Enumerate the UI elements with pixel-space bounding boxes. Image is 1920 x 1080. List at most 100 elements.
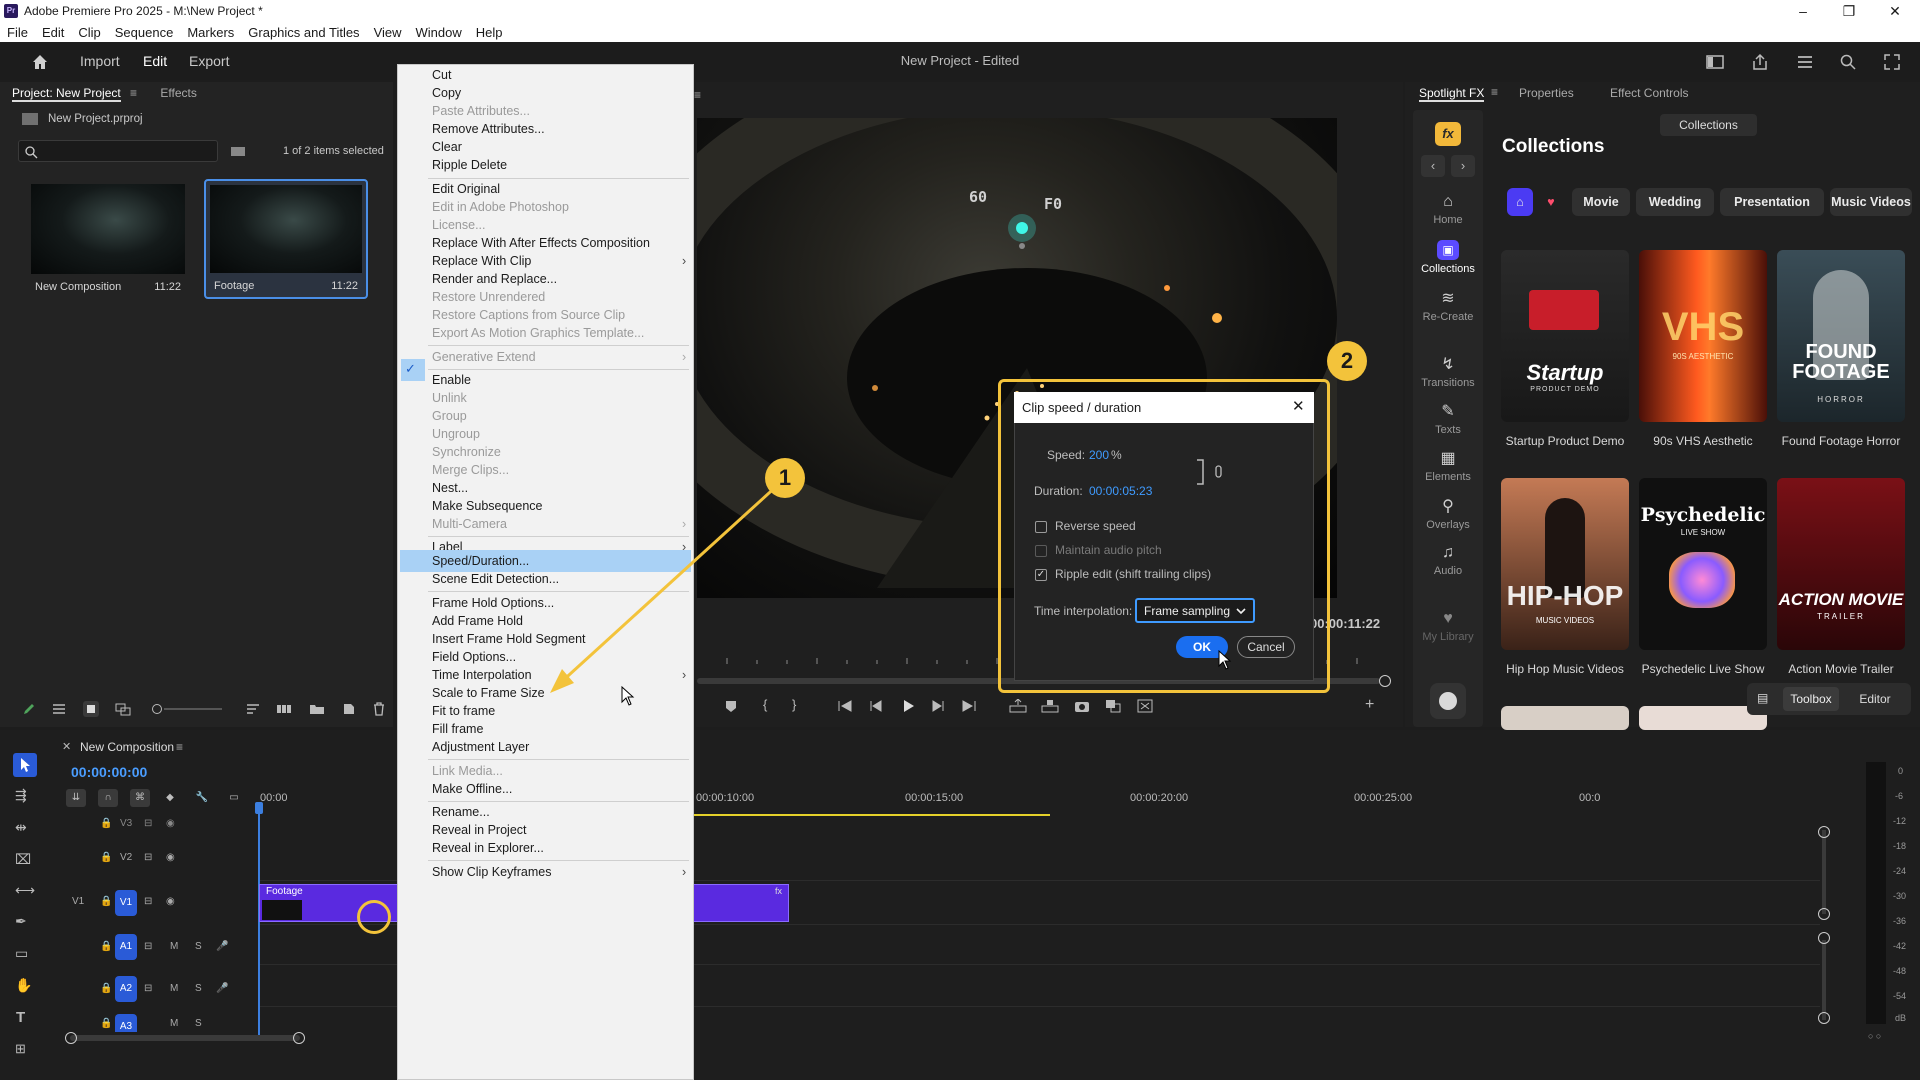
sidebar-item-texts[interactable]: ✎ Texts	[1413, 401, 1483, 436]
menu-help[interactable]: Help	[469, 22, 510, 41]
menu-item-restore-unrendered[interactable]: Restore Unrendered	[432, 287, 545, 307]
track-target-a1[interactable]: A1	[115, 934, 137, 960]
mic-icon[interactable]: 🎤	[216, 983, 228, 994]
maintain-pitch-checkbox[interactable]	[1035, 545, 1047, 557]
menu-item-speed-duration[interactable]: Speed/Duration...	[432, 551, 529, 571]
comparison-view-icon[interactable]	[1105, 699, 1121, 713]
zoom-slider-track[interactable]	[164, 708, 222, 710]
linked-selection-icon[interactable]: ⌘	[130, 789, 150, 807]
hand-tool-icon[interactable]: ✋	[15, 977, 32, 994]
monitor-menu-icon[interactable]: ≡	[694, 88, 706, 102]
menu-item-field-options[interactable]: Field Options...	[432, 647, 516, 667]
project-tab[interactable]: Project: New Project	[12, 86, 121, 102]
panel-menu-icon[interactable]: ≡	[1491, 85, 1498, 99]
dialog-close-icon[interactable]: ✕	[1292, 397, 1305, 415]
insert-sequence-icon[interactable]: ⇊	[66, 789, 86, 807]
menu-item-reveal-explorer[interactable]: Reveal in Explorer...	[432, 838, 544, 858]
time-interpolation-select[interactable]: Frame sampling	[1135, 598, 1255, 623]
sidebar-item-transitions[interactable]: ↯ Transitions	[1413, 354, 1483, 389]
sidebar-item-my-library[interactable]: ♥ My Library	[1413, 610, 1483, 643]
mute-button[interactable]: M	[170, 1018, 178, 1029]
menu-item-replace-ae[interactable]: Replace With After Effects Composition	[432, 233, 650, 253]
menu-item-synchronize[interactable]: Synchronize	[432, 442, 501, 462]
lock-icon[interactable]: 🔒	[100, 852, 112, 863]
track-target-a2[interactable]: A2	[115, 976, 137, 1002]
effects-tab[interactable]: Effects	[160, 86, 196, 100]
menu-item-ripple-delete[interactable]: Ripple Delete	[432, 155, 507, 175]
solo-button[interactable]: S	[195, 941, 202, 952]
menu-item-make-offline[interactable]: Make Offline...	[432, 779, 512, 799]
menu-item-edit-original[interactable]: Edit Original	[432, 179, 500, 199]
go-to-in-icon[interactable]	[837, 700, 853, 712]
menu-item-link-media[interactable]: Link Media...	[432, 761, 503, 781]
sequence-tab[interactable]: New Composition	[80, 740, 174, 754]
duration-value[interactable]: 00:00:05:23	[1089, 484, 1152, 498]
proxy-toggle-icon[interactable]	[1137, 699, 1153, 713]
menu-graphics[interactable]: Graphics and Titles	[241, 22, 366, 41]
lock-icon[interactable]: 🔒	[100, 983, 112, 994]
menu-item-cut[interactable]: Cut	[432, 65, 451, 85]
eye-icon[interactable]: ◉	[166, 818, 175, 829]
menu-item-scale-to-frame[interactable]: Scale to Frame Size	[432, 683, 545, 703]
menu-item-copy[interactable]: Copy	[432, 83, 461, 103]
panel-layout-icon[interactable]	[1705, 52, 1725, 72]
menu-markers[interactable]: Markers	[180, 22, 241, 41]
menu-item-make-subsequence[interactable]: Make Subsequence	[432, 496, 543, 516]
mute-button[interactable]: M	[170, 983, 178, 994]
mute-button[interactable]: M	[170, 941, 178, 952]
collection-card-partial[interactable]	[1501, 706, 1629, 730]
menu-item-fill-frame[interactable]: Fill frame	[432, 719, 483, 739]
sync-lock-icon[interactable]: ⊟	[144, 941, 152, 952]
new-folder-icon[interactable]	[309, 702, 325, 716]
menu-item-show-keyframes[interactable]: Show Clip Keyframes ›	[432, 862, 686, 882]
menu-item-unlink[interactable]: Unlink	[432, 388, 467, 408]
sidebar-item-elements[interactable]: ▦ Elements	[1413, 448, 1483, 483]
meter-solo-buttons[interactable]: ○ ○	[1868, 1031, 1881, 1041]
trash-icon[interactable]	[372, 702, 386, 716]
home-icon[interactable]	[30, 52, 50, 72]
list-view-icon[interactable]	[52, 702, 66, 716]
menu-item-render-replace[interactable]: Render and Replace...	[432, 269, 557, 289]
close-sequence-icon[interactable]: ✕	[62, 740, 71, 753]
menu-item-adjustment-layer[interactable]: Adjustment Layer	[432, 737, 529, 757]
track-target-v1[interactable]: V1	[115, 890, 137, 916]
menu-file[interactable]: File	[0, 22, 35, 41]
menu-item-multi-camera[interactable]: Multi-Camera ›	[432, 514, 686, 534]
automate-icon[interactable]	[276, 702, 292, 716]
slip-tool-icon[interactable]: ⟷	[15, 882, 35, 899]
type-tool-icon[interactable]: T	[16, 1009, 25, 1026]
menu-item-group[interactable]: Group	[432, 406, 467, 426]
new-bin-icon[interactable]	[230, 145, 246, 157]
speed-value[interactable]: 200	[1089, 448, 1109, 462]
sync-lock-icon[interactable]: ⊟	[144, 896, 152, 907]
menu-item-time-interpolation[interactable]: Time Interpolation ›	[432, 665, 686, 685]
v-scroll-handle[interactable]	[1818, 932, 1830, 944]
v-scroll-handle[interactable]	[1818, 908, 1830, 920]
v-scroll-handle[interactable]	[1818, 1012, 1830, 1024]
menu-item-rename[interactable]: Rename...	[432, 802, 490, 822]
sidebar-item-recreate[interactable]: ≋ Re-Create	[1413, 288, 1483, 323]
toolbox-button[interactable]: Toolbox	[1783, 687, 1839, 711]
project-search-input[interactable]	[18, 140, 218, 162]
menu-item-generative-extend[interactable]: Generative Extend ›	[432, 347, 686, 367]
track-select-tool-icon[interactable]: ⇶	[15, 787, 27, 804]
chip-music-videos[interactable]: Music Videos	[1830, 188, 1912, 216]
forward-arrow-icon[interactable]: ›	[1451, 155, 1475, 177]
menu-item-reveal-project[interactable]: Reveal in Project	[432, 820, 527, 840]
solo-button[interactable]: S	[195, 983, 202, 994]
reverse-speed-checkbox[interactable]	[1035, 521, 1047, 533]
step-back-icon[interactable]	[869, 700, 883, 712]
collection-card-startup[interactable]: Startup PRODUCT DEMO	[1501, 250, 1629, 422]
video-v-scroll[interactable]	[1822, 830, 1826, 914]
ripple-edit-tool-icon[interactable]: ⇹	[15, 819, 27, 836]
playhead-line[interactable]	[258, 805, 260, 1040]
sync-lock-icon[interactable]: ⊟	[144, 818, 152, 829]
cancel-button[interactable]: Cancel	[1237, 636, 1295, 658]
pencil-icon[interactable]	[22, 702, 36, 716]
sync-lock-icon[interactable]: ⊟	[144, 983, 152, 994]
solo-button[interactable]: S	[195, 1018, 202, 1029]
export-tab[interactable]: Export	[189, 53, 229, 69]
chip-favorites[interactable]: ♥	[1538, 188, 1564, 216]
menu-view[interactable]: View	[367, 22, 409, 41]
menu-item-paste-attributes[interactable]: Paste Attributes...	[432, 101, 530, 121]
